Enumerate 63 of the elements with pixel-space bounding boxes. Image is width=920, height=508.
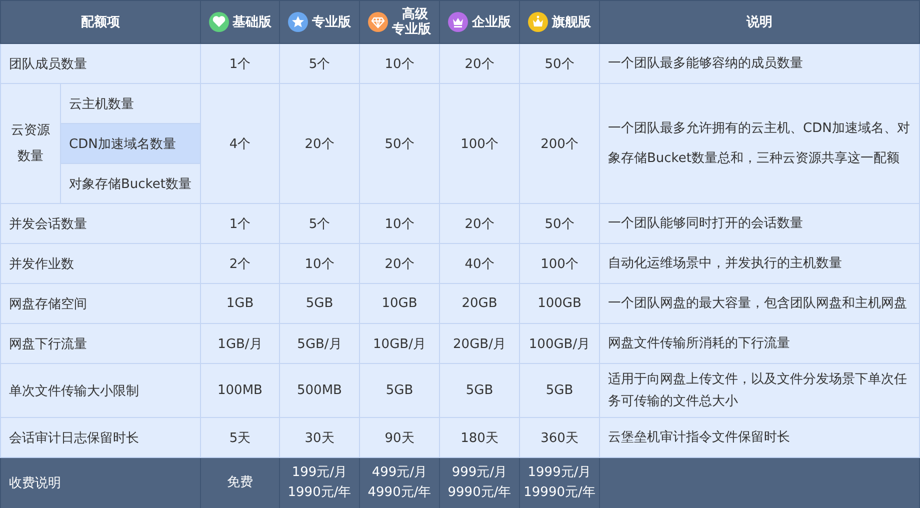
row-label: 并发作业数 bbox=[0, 244, 200, 284]
row-label: 团队成员数量 bbox=[0, 44, 200, 84]
column-header: 企业版 bbox=[472, 14, 511, 30]
price-text: 免费 bbox=[226, 474, 254, 492]
table-cell: 1GB/月 bbox=[200, 324, 280, 364]
row-label[interactable]: CDN加速域名数量 bbox=[60, 124, 200, 164]
row-label: 云资源数量 bbox=[0, 84, 60, 204]
table-cell: 5GB bbox=[280, 284, 360, 324]
table-cell: 10个 bbox=[360, 204, 440, 244]
table-cell: 100GB/月 bbox=[520, 324, 600, 364]
table-cell: 5个 bbox=[280, 44, 360, 84]
table-cell: 20个 bbox=[440, 204, 520, 244]
price-text: 1999元/月 19990元/年 bbox=[522, 464, 596, 502]
description-cell: 网盘文件传输所消耗的下行流量 bbox=[600, 324, 920, 364]
description-cell: 一个团队能够同时打开的会话数量 bbox=[600, 204, 920, 244]
table-cell: 1GB bbox=[200, 284, 280, 324]
row-label: 并发会话数量 bbox=[0, 204, 200, 244]
table-cell: 100个 bbox=[440, 84, 520, 204]
price-text: 999元/月 9990元/年 bbox=[446, 464, 512, 502]
table-cell: 20GB/月 bbox=[440, 324, 520, 364]
table-cell: 5GB bbox=[440, 364, 520, 418]
row-label: 单次文件传输大小限制 bbox=[0, 364, 200, 418]
table-cell: 10GB/月 bbox=[360, 324, 440, 364]
column-header: 说明 bbox=[600, 0, 920, 44]
table-cell: 50个 bbox=[360, 84, 440, 204]
column-header: 配额项 bbox=[0, 0, 200, 44]
table-cell: 5GB bbox=[360, 364, 440, 418]
column-header: 专业版 bbox=[312, 14, 351, 30]
table-cell: 100GB bbox=[520, 284, 600, 324]
table-cell: 100个 bbox=[520, 244, 600, 284]
table-cell: 500MB bbox=[280, 364, 360, 418]
row-label: 网盘存储空间 bbox=[0, 284, 200, 324]
table-cell: 50个 bbox=[520, 44, 600, 84]
table-cell: 20个 bbox=[280, 84, 360, 204]
row-label: 网盘下行流量 bbox=[0, 324, 200, 364]
table-cell: 2个 bbox=[200, 244, 280, 284]
price-text: 499元/月 4990元/年 bbox=[366, 464, 432, 502]
description-cell: 适用于向网盘上传文件，以及文件分发场景下单次任务可传输的文件总大小 bbox=[600, 364, 920, 418]
description-cell: 一个团队最多能够容纳的成员数量 bbox=[600, 44, 920, 84]
table-cell: 20个 bbox=[360, 244, 440, 284]
table-cell: 4个 bbox=[200, 84, 280, 204]
table-cell: 1个 bbox=[200, 44, 280, 84]
column-header: 高级专业版 bbox=[392, 7, 431, 37]
table-cell: 5GB/月 bbox=[280, 324, 360, 364]
description-cell: 自动化运维场景中，并发执行的主机数量 bbox=[600, 244, 920, 284]
table-cell: 40个 bbox=[440, 244, 520, 284]
table-cell: 5GB bbox=[520, 364, 600, 418]
table-cell: 1个 bbox=[200, 204, 280, 244]
table-cell: 50个 bbox=[520, 204, 600, 244]
row-label: 收费说明 bbox=[0, 458, 200, 508]
description-cell: 一个团队网盘的最大容量，包含团队网盘和主机网盘 bbox=[600, 284, 920, 324]
column-header: 基础版 bbox=[232, 14, 272, 30]
table-cell: 20个 bbox=[440, 44, 520, 84]
description-cell: 一个团队最多允许拥有的云主机、CDN加速域名、对象存储Bucket数量总和，三种云资源共享这一配额 bbox=[600, 84, 920, 204]
table-cell: 200个 bbox=[520, 84, 600, 204]
table-cell: 20GB bbox=[440, 284, 520, 324]
table-cell: 10GB bbox=[360, 284, 440, 324]
table-cell: 10个 bbox=[280, 244, 360, 284]
price-text: 199元/月 1990元/年 bbox=[286, 464, 352, 502]
column-header: 旗舰版 bbox=[552, 14, 591, 30]
table-cell: 5个 bbox=[280, 204, 360, 244]
table-cell: 10个 bbox=[360, 44, 440, 84]
table-cell: 100MB bbox=[200, 364, 280, 418]
